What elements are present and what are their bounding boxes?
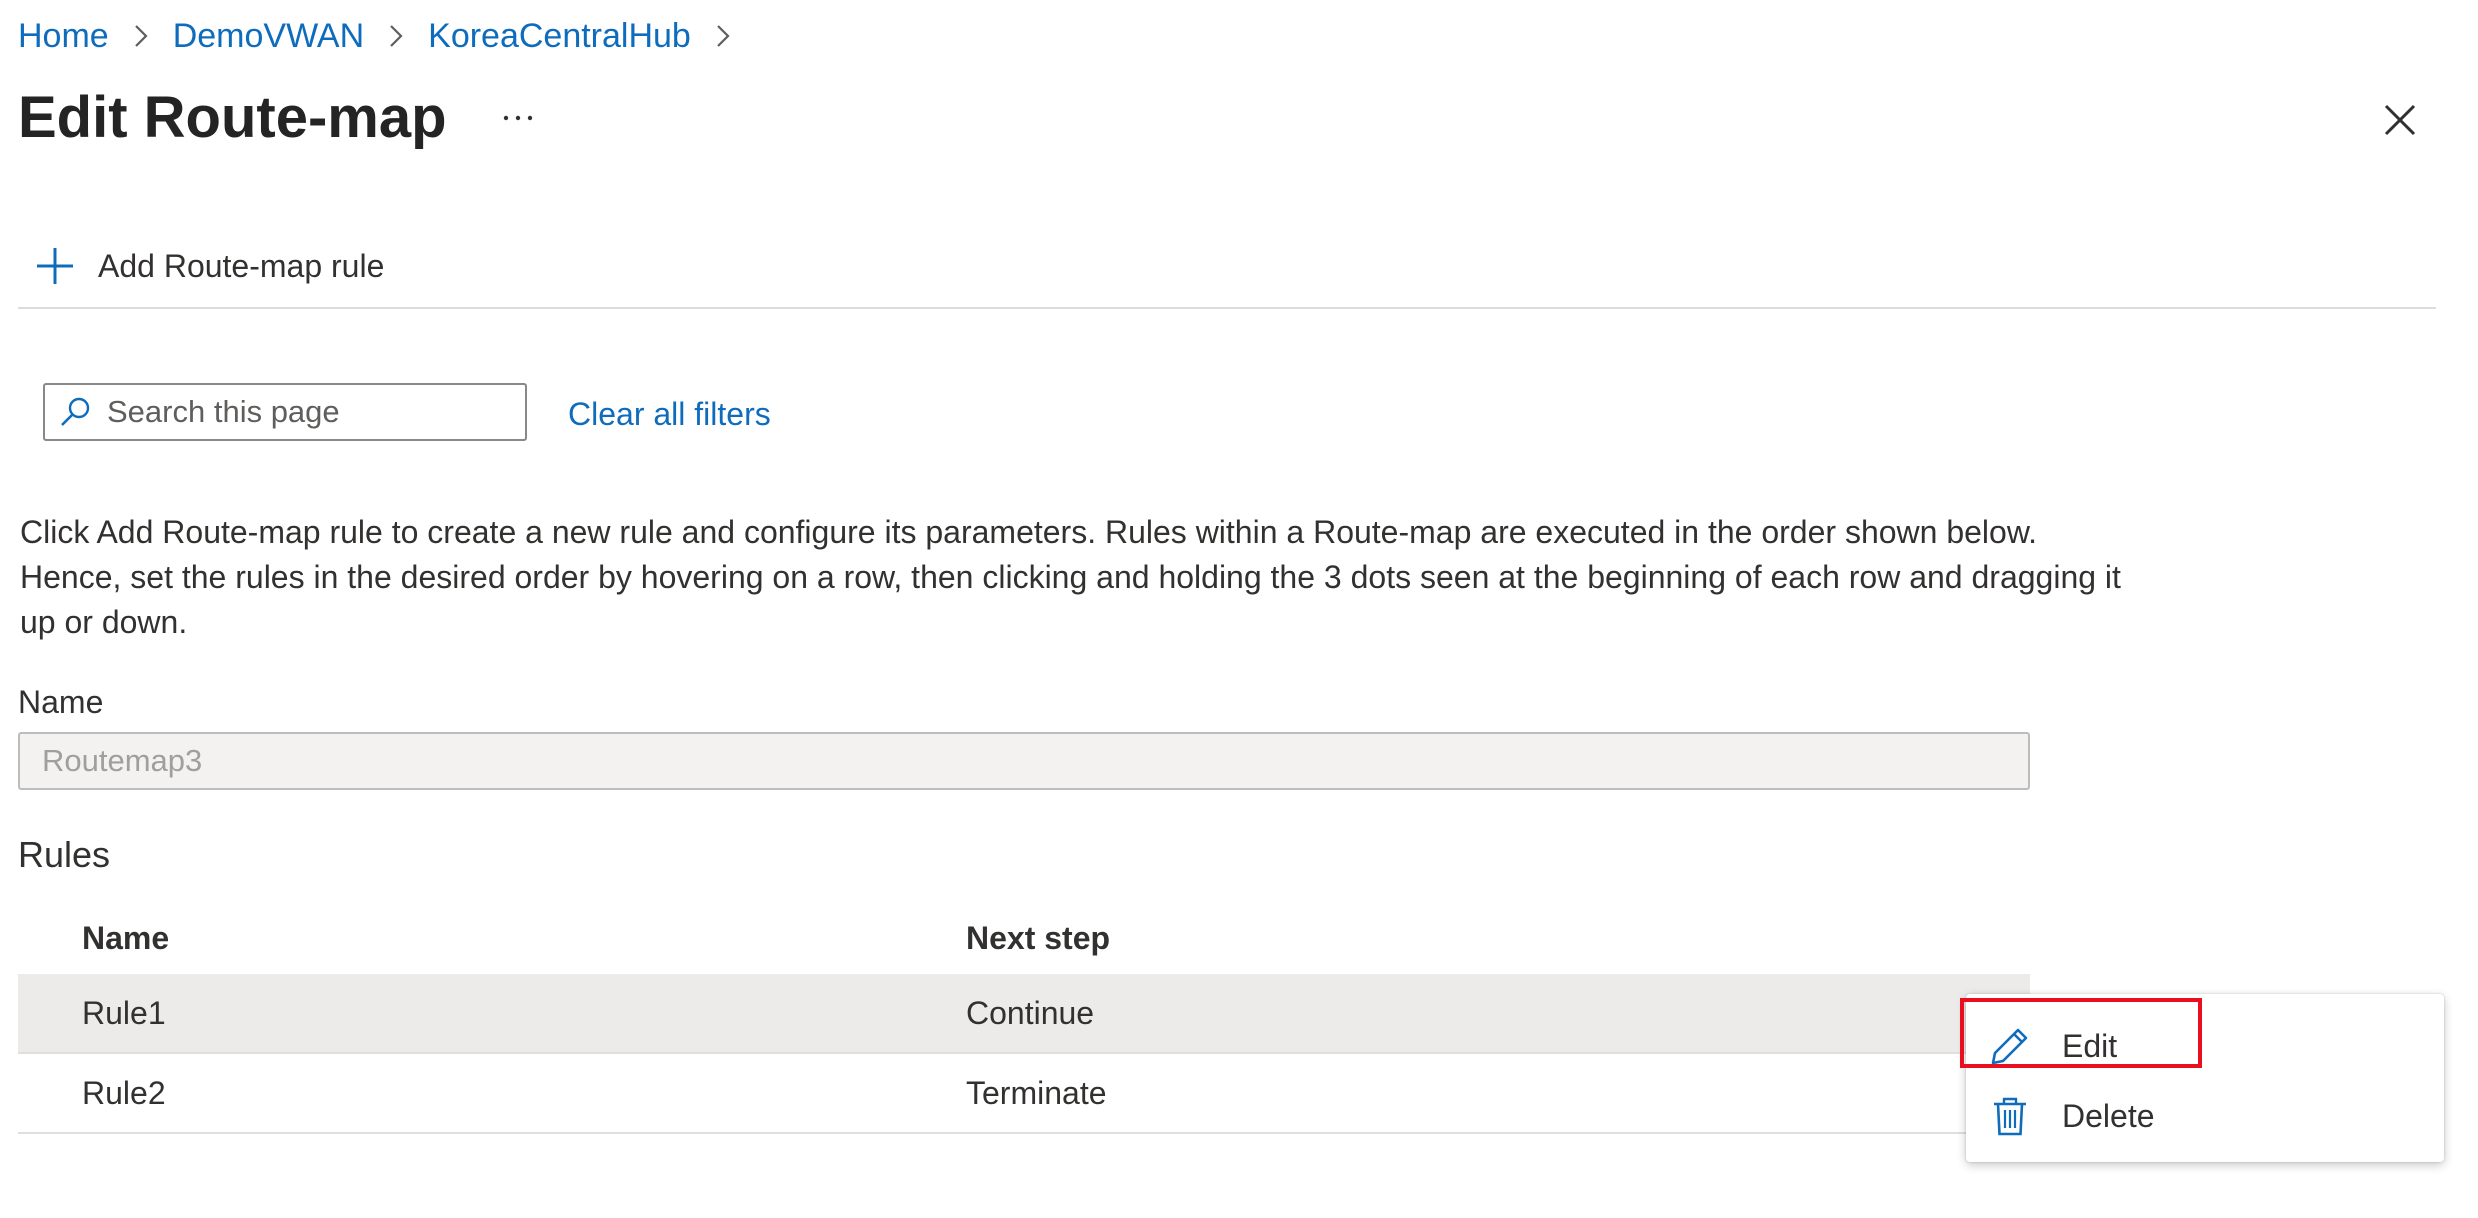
add-route-map-rule-label: Add Route-map rule xyxy=(98,247,385,284)
row-context-menu: Edit Delete xyxy=(1966,994,2444,1162)
search-box[interactable] xyxy=(43,383,527,441)
rule-next-step-cell: Terminate xyxy=(966,1074,1107,1111)
chevron-right-icon xyxy=(703,16,743,56)
toolbar-divider xyxy=(18,307,2436,309)
edit-menu-label: Edit xyxy=(2062,1027,2118,1064)
column-header-next-step: Next step xyxy=(966,919,1111,956)
page-title: Edit Route-map xyxy=(18,85,447,150)
rules-table: Name Next step Rule1 Continue Rule2 Term… xyxy=(18,902,2030,1134)
instructions-text: Click Add Route-map rule to create a new… xyxy=(20,514,2121,640)
table-header: Name Next step xyxy=(18,902,2030,974)
rule-name-cell: Rule2 xyxy=(82,1074,166,1111)
plus-icon xyxy=(34,245,76,287)
breadcrumb: Home DemoVWAN KoreaCentralHub xyxy=(18,12,755,60)
name-label: Name xyxy=(18,684,104,720)
breadcrumb-demovwan[interactable]: DemoVWAN xyxy=(173,17,364,56)
more-options-icon[interactable] xyxy=(496,96,540,140)
column-header-name: Name xyxy=(82,919,170,956)
delete-menu-label: Delete xyxy=(2062,1097,2155,1134)
chevron-right-icon xyxy=(376,16,416,56)
chevron-right-icon xyxy=(121,16,161,56)
rule-next-step-cell: Continue xyxy=(966,994,1095,1031)
pencil-icon xyxy=(1988,1024,2032,1068)
rules-section-title: Rules xyxy=(18,834,111,875)
clear-all-filters-link[interactable]: Clear all filters xyxy=(568,396,771,433)
name-field xyxy=(18,732,2030,790)
search-input[interactable] xyxy=(105,393,509,431)
close-icon[interactable] xyxy=(2372,92,2428,148)
search-icon xyxy=(57,394,93,430)
breadcrumb-koreacentralhub[interactable]: KoreaCentralHub xyxy=(428,17,691,56)
add-route-map-rule-button[interactable]: Add Route-map rule xyxy=(34,238,384,294)
trash-icon xyxy=(1988,1094,2032,1138)
edit-menu-item[interactable]: Edit xyxy=(1966,1010,2444,1082)
breadcrumb-home[interactable]: Home xyxy=(18,17,109,56)
rule-name-cell: Rule1 xyxy=(82,994,166,1031)
table-row[interactable]: Rule2 Terminate xyxy=(18,1054,2030,1134)
table-row[interactable]: Rule1 Continue xyxy=(18,974,2030,1054)
delete-menu-item[interactable]: Delete xyxy=(1966,1080,2444,1152)
